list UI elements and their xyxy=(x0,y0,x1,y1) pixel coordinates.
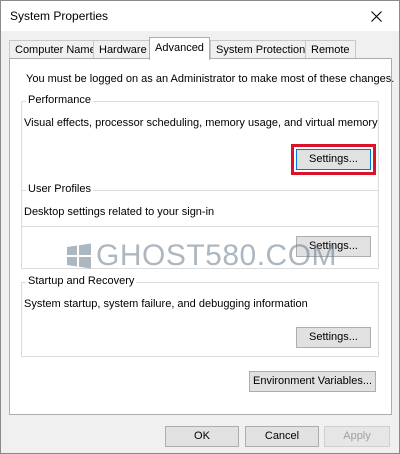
startup-recovery-group: Startup and Recovery System startup, sys… xyxy=(21,275,379,357)
apply-button[interactable]: Apply xyxy=(324,426,390,447)
system-properties-window: System Properties Computer Name Hardware… xyxy=(0,0,400,454)
advanced-tab-panel: You must be logged on as an Administrato… xyxy=(9,58,395,415)
cancel-button[interactable]: Cancel xyxy=(245,426,319,447)
title-bar[interactable]: System Properties xyxy=(1,1,399,31)
tab-computer-name[interactable]: Computer Name xyxy=(9,40,102,59)
user-profiles-description: Desktop settings related to your sign-in xyxy=(24,206,215,218)
tab-advanced[interactable]: Advanced xyxy=(149,37,210,60)
user-profiles-title: User Profiles xyxy=(26,183,93,195)
close-button[interactable] xyxy=(353,1,399,31)
tab-system-protection[interactable]: System Protection xyxy=(210,40,312,59)
environment-variables-button[interactable]: Environment Variables... xyxy=(249,371,376,392)
ok-button[interactable]: OK xyxy=(165,426,239,447)
close-icon xyxy=(370,10,382,22)
user-profiles-settings-button[interactable]: Settings... xyxy=(296,236,371,257)
performance-settings-button[interactable]: Settings... xyxy=(291,144,376,175)
startup-recovery-settings-button[interactable]: Settings... xyxy=(296,327,371,348)
admin-note: You must be logged on as an Administrato… xyxy=(26,73,395,85)
tab-hardware[interactable]: Hardware xyxy=(93,40,153,59)
performance-title: Performance xyxy=(26,94,93,106)
window-title: System Properties xyxy=(10,9,109,23)
performance-description: Visual effects, processor scheduling, me… xyxy=(24,117,378,129)
tab-remote[interactable]: Remote xyxy=(305,40,356,59)
startup-recovery-title: Startup and Recovery xyxy=(26,275,137,287)
startup-recovery-description: System startup, system failure, and debu… xyxy=(24,298,308,310)
user-profiles-group: User Profiles Desktop settings related t… xyxy=(21,183,379,269)
